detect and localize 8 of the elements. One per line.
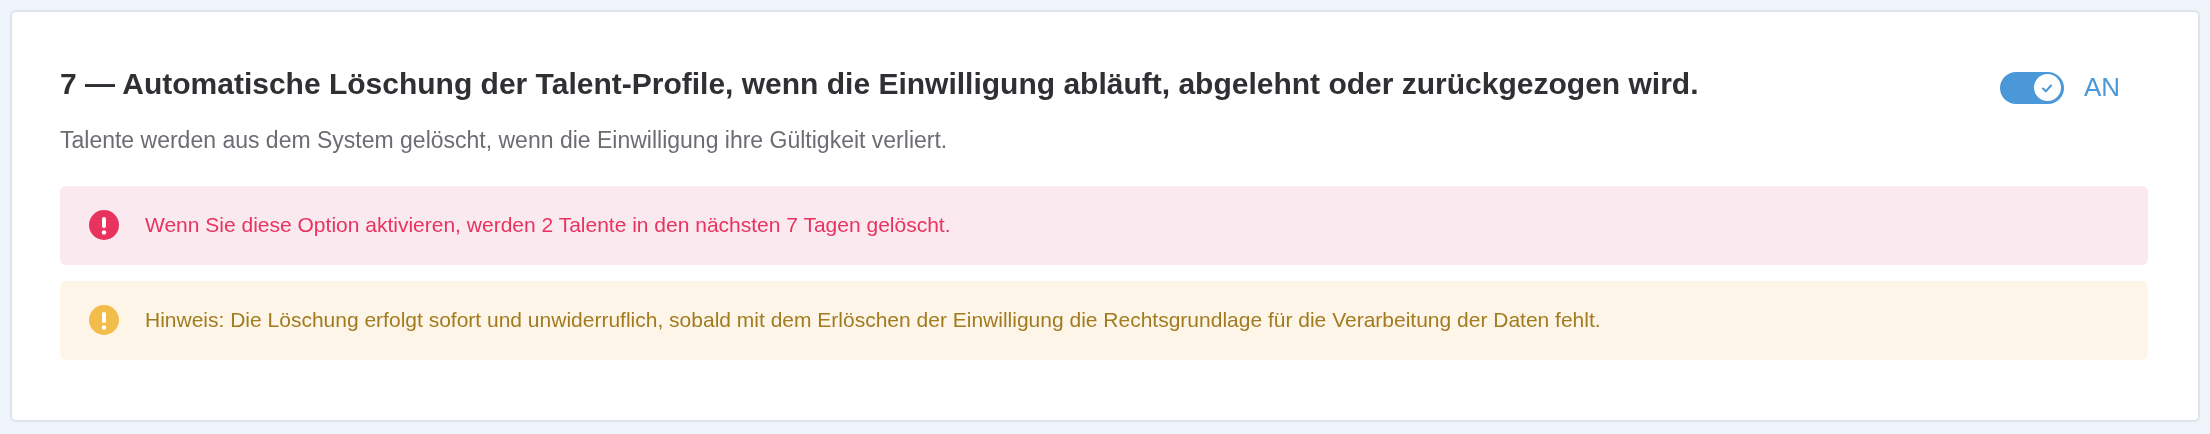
toggle-label: AN [2083, 71, 2120, 104]
exclamation-icon [89, 210, 119, 240]
setting-description: Talente werden aus dem System gelöscht, wenn die Einwilligung ihre Gültigkeit verliert. [60, 126, 949, 155]
toggle-switch[interactable] [1999, 71, 2064, 104]
alert-message: Wenn Sie diese Option aktivieren, werden 2 Talente in den nächsten 7 Tagen gelöscht. [145, 212, 951, 239]
exclamation-icon [89, 305, 119, 335]
setting-title: 7 — Automatische Löschung der Talent-Profile, wenn die Einwilligung abläuft, abgelehnt oder zurückgezogen wird. [60, 66, 1699, 102]
alert-message: Hinweis: Die Löschung erfolgt sofort und unwiderruflich, sobald mit dem Erlöschen der Einwilligung die Rechtsgrundlage für die Verarbeitung der Daten fehlt. [145, 307, 1601, 334]
